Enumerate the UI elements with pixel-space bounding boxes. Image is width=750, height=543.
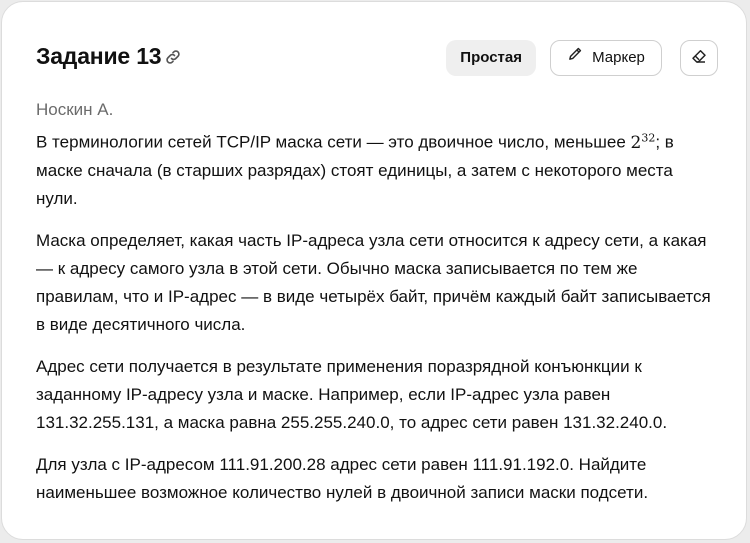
paragraph-2: Маска определяет, какая часть IP-адреса … (36, 230, 711, 334)
paragraph-3: Адрес сети получается в результате приме… (36, 356, 668, 432)
task-body: Носкин А. В терминологии сетей TCP/IP ма… (36, 96, 716, 521)
eraser-button[interactable] (680, 40, 718, 76)
task-header: Задание 13 Простая Маркер (36, 40, 718, 76)
task-card: Задание 13 Простая Маркер Носкин А. В те… (1, 1, 747, 540)
power-expression: 232 (630, 131, 656, 153)
task-author: Носкин А. (36, 100, 114, 119)
pencil-icon (567, 41, 584, 75)
paragraph-1: В терминологии сетей TCP/IP маска сети —… (36, 131, 674, 208)
paragraph-4: Для узла с IP-адресом 111.91.200.28 адре… (36, 454, 649, 502)
marker-label: Маркер (592, 49, 645, 66)
task-title: Задание 13 (36, 43, 162, 69)
eraser-icon (690, 47, 708, 70)
link-icon[interactable] (164, 48, 182, 66)
difficulty-badge: Простая (446, 40, 536, 76)
marker-button[interactable]: Маркер (550, 40, 662, 76)
